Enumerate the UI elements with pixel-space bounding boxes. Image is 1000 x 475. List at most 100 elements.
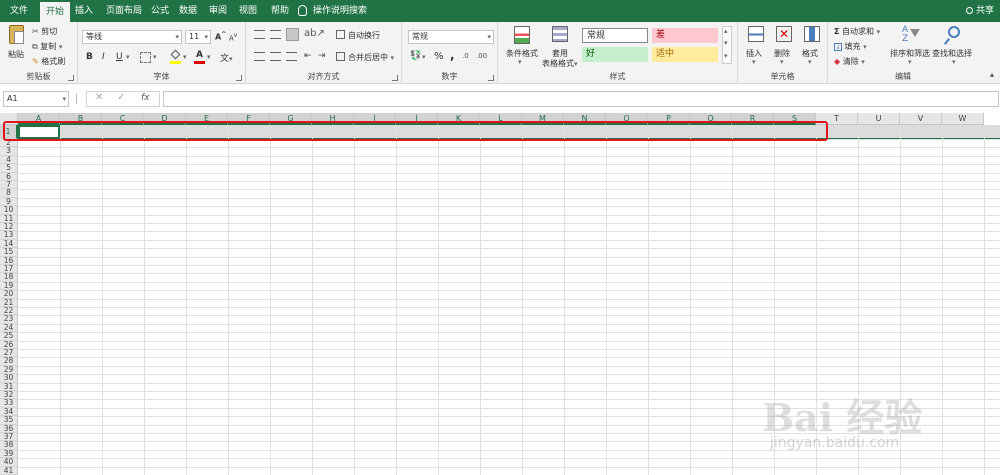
borders-icon[interactable]	[140, 52, 151, 63]
conditional-formatting-button[interactable]: 条件格式 ▾	[504, 26, 540, 66]
currency-dropdown-icon[interactable]: ▾	[422, 53, 426, 61]
ribbon-tab-bar: 文件 开始 插入 页面布局 公式 数据 审阅 视图 帮助 操作说明搜索 共享	[0, 0, 1000, 22]
row-gridline	[18, 323, 1000, 325]
font-launcher-icon[interactable]	[236, 75, 242, 81]
collapse-ribbon-icon[interactable]: ▴	[990, 70, 994, 79]
align-right-icon[interactable]	[286, 52, 297, 61]
align-left-icon[interactable]	[254, 52, 265, 61]
style-neutral[interactable]: 适中	[652, 47, 718, 62]
comma-button[interactable]: ,	[450, 48, 455, 62]
font-color-dropdown-icon[interactable]: ▾	[207, 53, 211, 61]
row-gridline	[18, 155, 1000, 157]
merge-center-button[interactable]: 合并后居中 ▾	[348, 52, 394, 63]
align-center-icon[interactable]	[270, 52, 281, 61]
font-name-select[interactable]: 等线	[82, 30, 182, 44]
alignment-launcher-icon[interactable]	[392, 75, 398, 81]
formula-bar: A1 ▾ ✕ ✓ fx	[0, 88, 1000, 110]
row-gridline	[18, 349, 1000, 350]
format-cells-button[interactable]: 格式 ▾	[800, 26, 824, 70]
clipboard-launcher-icon[interactable]	[68, 75, 74, 81]
italic-button[interactable]: I	[102, 52, 105, 62]
decrease-decimal-icon[interactable]: .00	[476, 52, 487, 60]
tab-home[interactable]: 开始	[40, 2, 70, 22]
paste-button[interactable]: 粘贴	[6, 25, 28, 65]
column-gridline	[354, 125, 355, 475]
column-gridline	[732, 125, 733, 475]
tab-data[interactable]: 数据	[176, 0, 200, 22]
cells-group-label: 单元格	[770, 72, 795, 81]
column-header[interactable]: W	[942, 113, 984, 125]
insert-function-icon[interactable]: fx	[141, 93, 150, 103]
tab-view[interactable]: 视图	[236, 0, 260, 22]
clipboard-group: 粘贴 ✂ 剪切 ⧉ 复制 ▾ ✎ 格式刷 剪贴板	[0, 22, 78, 84]
phonetic-button[interactable]: 文▾	[220, 51, 233, 64]
formula-bar-splitter[interactable]	[76, 94, 77, 104]
bold-button[interactable]: B	[86, 52, 93, 62]
row-gridline	[18, 248, 1000, 250]
copy-button[interactable]: ⧉ 复制 ▾	[32, 41, 62, 52]
tab-file[interactable]: 文件	[4, 0, 34, 22]
sort-filter-button[interactable]: AZ 排序和筛选 ▾	[890, 26, 930, 70]
font-size-select[interactable]: 11	[185, 30, 211, 44]
currency-icon[interactable]: 💱	[410, 51, 421, 61]
underline-dropdown-icon[interactable]: ▾	[126, 53, 130, 61]
increase-indent-icon[interactable]: ⇥	[318, 51, 326, 61]
cancel-entry-icon[interactable]: ✕	[95, 92, 103, 103]
tab-page-layout[interactable]: 页面布局	[102, 0, 146, 22]
tell-me-search[interactable]: 操作说明搜索	[298, 0, 367, 22]
confirm-entry-icon[interactable]: ✓	[117, 92, 125, 103]
tab-review[interactable]: 审阅	[206, 0, 230, 22]
row-gridline	[18, 214, 1000, 216]
align-bottom-icon[interactable]	[286, 28, 299, 41]
share-button[interactable]: 共享	[965, 0, 994, 22]
wrap-text-icon[interactable]	[336, 30, 345, 39]
fill-color-icon[interactable]	[170, 49, 181, 64]
column-gridline	[438, 125, 439, 475]
number-launcher-icon[interactable]	[488, 75, 494, 81]
style-normal[interactable]: 常规	[582, 28, 648, 43]
shrink-font-button[interactable]: Av	[229, 32, 237, 42]
styles-scroll[interactable]: ▴ ▾ ▾	[722, 26, 732, 64]
formula-input[interactable]	[163, 91, 999, 107]
merge-center-icon[interactable]	[336, 52, 345, 61]
number-format-select[interactable]: 常规	[408, 30, 494, 44]
orientation-icon[interactable]: ab↗	[304, 28, 325, 39]
align-middle-icon[interactable]	[270, 30, 281, 39]
percent-button[interactable]: %	[434, 51, 444, 62]
column-header[interactable]: V	[900, 113, 942, 125]
conditional-formatting-icon	[514, 26, 530, 44]
fill-color-dropdown-icon[interactable]: ▾	[183, 53, 187, 61]
number-format-value: 常规	[412, 32, 428, 41]
insert-cells-button[interactable]: 插入 ▾	[744, 26, 768, 70]
chevron-down-icon: ▾	[62, 95, 66, 103]
row-gridline	[18, 164, 1000, 166]
cut-button[interactable]: ✂ 剪切	[32, 26, 57, 37]
fill-button[interactable]: ↓ 填充 ▾	[834, 41, 867, 52]
person-icon	[965, 7, 973, 14]
format-as-table-button[interactable]: 套用 表格格式▾	[542, 26, 580, 68]
tab-formulas[interactable]: 公式	[148, 0, 172, 22]
underline-button[interactable]: U	[116, 52, 123, 62]
column-header[interactable]: U	[858, 113, 900, 125]
name-box[interactable]: A1 ▾	[3, 91, 69, 107]
borders-dropdown-icon[interactable]: ▾	[153, 53, 157, 61]
format-painter-button[interactable]: ✎ 格式刷	[32, 56, 65, 67]
style-bad[interactable]: 差	[652, 28, 718, 43]
wrap-text-button[interactable]: 自动换行	[348, 30, 380, 41]
style-good[interactable]: 好	[582, 47, 648, 62]
autosum-button[interactable]: Σ 自动求和 ▾	[834, 26, 880, 37]
clear-button[interactable]: ◆ 清除 ▾	[834, 56, 865, 67]
tab-help[interactable]: 帮助	[266, 0, 294, 22]
grow-font-button[interactable]: A^	[215, 31, 226, 42]
increase-decimal-icon[interactable]: .0	[462, 52, 469, 60]
row-gridline	[18, 332, 1000, 334]
row-header[interactable]: 41	[0, 466, 18, 475]
decrease-indent-icon[interactable]: ⇤	[304, 51, 312, 61]
find-select-button[interactable]: 查找和选择 ▾	[932, 26, 976, 70]
font-color-icon[interactable]: A	[194, 50, 205, 64]
delete-cells-button[interactable]: ✕ 删除 ▾	[772, 26, 796, 70]
align-top-icon[interactable]	[254, 30, 265, 39]
row-gridline	[18, 197, 1000, 199]
column-gridline	[144, 125, 145, 475]
tab-insert[interactable]: 插入	[72, 0, 96, 22]
